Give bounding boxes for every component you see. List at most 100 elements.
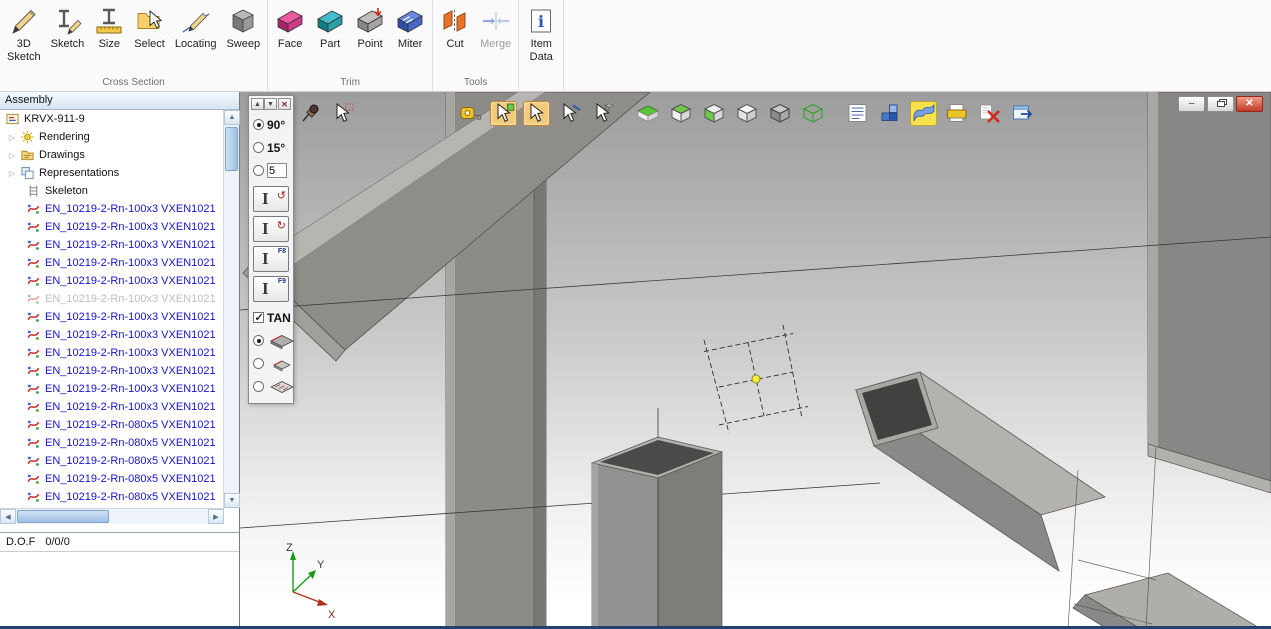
selection-point[interactable] (752, 375, 760, 383)
tangent-snap-option[interactable]: TAN (251, 306, 291, 329)
mirror-section-f9-button[interactable]: IF9 (253, 276, 289, 302)
3d-scene[interactable]: Z Y X (240, 92, 1271, 629)
vertical-scrollbar-thumb[interactable] (225, 127, 238, 171)
post-center[interactable] (592, 437, 722, 629)
angle-15-option[interactable]: 15° (251, 136, 291, 159)
tree-part-item[interactable]: EN_10219-2-Rn-080x5 VXEN1021 (0, 470, 224, 488)
tree-part-item[interactable]: EN_10219-2-Rn-100x3 VXEN1021 (0, 380, 224, 398)
wire-box-icon[interactable] (799, 101, 826, 126)
3d-viewport[interactable]: Z Y X – ✕ ▲ ▼ ✕ 90° 15° I↺ I↻ IF8 IF9 TAN (240, 92, 1271, 629)
column-right[interactable] (1148, 92, 1271, 493)
pick-part-cursor-icon[interactable] (589, 101, 616, 126)
dof-status: D.O.F 0/0/0 (0, 532, 239, 552)
ribbon-button-select[interactable]: Select (129, 1, 170, 74)
ribbon-button-size[interactable]: Size (89, 1, 129, 74)
sheets-icon[interactable] (943, 101, 970, 126)
measure-icon[interactable] (457, 101, 484, 126)
mirror-section-f8-button[interactable]: IF8 (253, 246, 289, 272)
close-button[interactable]: ✕ (1236, 96, 1263, 112)
beam-bottom-right[interactable] (1073, 573, 1271, 629)
tree-part-item[interactable]: EN_10219-2-Rn-100x3 VXEN1021 (0, 326, 224, 344)
tree-item-label: EN_10219-2-Rn-080x5 VXEN1021 (45, 437, 216, 449)
assembly-tree: KRVX-911-9▷Rendering▷Drawings▷Representa… (0, 110, 224, 508)
panel-down-button[interactable]: ▼ (264, 98, 277, 110)
horizontal-scrollbar-thumb[interactable] (17, 510, 109, 523)
select-box-top-icon[interactable] (667, 101, 694, 126)
rotate-section-cw-button[interactable]: I↻ (253, 216, 289, 242)
tree-part-item[interactable]: EN_10219-2-Rn-100x3 VXEN1021 (0, 218, 224, 236)
expand-arrow-icon[interactable]: ▷ (6, 133, 18, 142)
tree-part-item[interactable]: EN_10219-2-Rn-100x3 VXEN1021 (0, 362, 224, 380)
tree-part-item[interactable]: EN_10219-2-Rn-100x3 VXEN1021 (0, 308, 224, 326)
ribbon-button-3d-sketch[interactable]: 3D Sketch (2, 1, 46, 74)
components-icon[interactable] (877, 101, 904, 126)
ribbon-button-sweep[interactable]: Sweep (221, 1, 265, 74)
custom-angle-input[interactable] (267, 163, 287, 178)
section-display-thin[interactable] (251, 352, 291, 375)
ribbon-button-cut[interactable]: Cut (435, 1, 475, 74)
ribbon-button-face[interactable]: Face (270, 1, 310, 74)
tree-part-item[interactable]: EN_10219-2-Rn-100x3 VXEN1021 (0, 236, 224, 254)
tree-part-item[interactable]: EN_10219-2-Rn-080x5 VXEN1021 (0, 434, 224, 452)
ribbon-button-miter[interactable]: Miter (390, 1, 430, 74)
tree-item-representations[interactable]: ▷Representations (0, 164, 224, 182)
tree-part-item[interactable]: EN_10219-2-Rn-080x5 VXEN1021 (0, 416, 224, 434)
tree-item-krvx-911-9[interactable]: KRVX-911-9 (0, 110, 224, 128)
ribbon-button-point[interactable]: Point (350, 1, 390, 74)
scroll-right-icon[interactable]: ▶ (208, 509, 224, 524)
ribbon-button-sketch[interactable]: Sketch (46, 1, 90, 74)
panel-close-button[interactable]: ✕ (278, 98, 291, 110)
delete-icon[interactable] (976, 101, 1003, 126)
section-display-solid[interactable] (251, 329, 291, 352)
select-box-front-icon[interactable] (700, 101, 727, 126)
expand-arrow-icon[interactable]: ▷ (6, 169, 18, 178)
minimize-button[interactable]: – (1178, 96, 1205, 112)
ribbon-button-label: Part (320, 38, 340, 51)
pin-icon[interactable] (296, 101, 323, 126)
snap-grid-cursor-icon[interactable] (490, 101, 517, 126)
tree-part-item[interactable]: EN_10219-2-Rn-100x3 VXEN1021 (0, 254, 224, 272)
tree-part-item[interactable]: EN_10219-2-Rn-100x3 VXEN1021 (0, 344, 224, 362)
angle-90-label: 90° (267, 118, 285, 132)
rotate-section-ccw-button[interactable]: I↺ (253, 186, 289, 212)
expand-arrow-icon[interactable]: ▷ (6, 151, 18, 160)
open-in-window-icon[interactable] (1009, 101, 1036, 126)
solid-cube-icon[interactable] (766, 101, 793, 126)
tree-horizontal-scrollbar[interactable]: ◀ ▶ (0, 508, 224, 524)
restore-button[interactable] (1207, 96, 1234, 112)
scroll-down-icon[interactable]: ▼ (224, 493, 240, 508)
ribbon-button-item-data[interactable]: iItem Data (521, 1, 561, 74)
tree-part-item[interactable]: EN_10219-2-Rn-100x3 VXEN1021 (0, 290, 224, 308)
angle-custom-option[interactable] (251, 159, 291, 182)
panel-up-button[interactable]: ▲ (251, 98, 264, 110)
snap-edge-cursor-icon[interactable] (556, 101, 583, 126)
tree-item-skeleton[interactable]: Skeleton (0, 182, 224, 200)
tree-item-label: EN_10219-2-Rn-100x3 VXEN1021 (45, 293, 216, 305)
ribbon-button-locating[interactable]: Locating (170, 1, 222, 74)
tree-part-item[interactable]: EN_10219-2-Rn-080x5 VXEN1021 (0, 488, 224, 506)
scroll-up-icon[interactable]: ▲ (224, 110, 240, 125)
angle-90-option[interactable]: 90° (251, 113, 291, 136)
tree-item-rendering[interactable]: ▷Rendering (0, 128, 224, 146)
select-box-plain-icon[interactable] (733, 101, 760, 126)
tree-part-item[interactable]: EN_10219-2-Rn-100x3 VXEN1021 (0, 200, 224, 218)
ribbon-button-merge[interactable]: Merge (475, 1, 516, 74)
select-entities-icon[interactable] (329, 101, 356, 126)
select-faces-icon[interactable] (634, 101, 661, 126)
section-solid-icon (269, 333, 295, 349)
tree-item-label: EN_10219-2-Rn-100x3 VXEN1021 (45, 275, 216, 287)
tree-item-drawings[interactable]: ▷Drawings (0, 146, 224, 164)
tree-vertical-scrollbar[interactable]: ▲ ▼ (223, 110, 239, 508)
pick-cursor-icon[interactable] (523, 101, 550, 126)
tree-part-item[interactable]: EN_10219-2-Rn-080x5 VXEN1021 (0, 452, 224, 470)
beam-diagonal-lower[interactable] (856, 372, 1105, 571)
shaded-surface-icon[interactable] (910, 101, 937, 126)
tree-part-item[interactable]: EN_10219-2-Rn-100x3 VXEN1021 (0, 398, 224, 416)
ribbon-button-part[interactable]: Part (310, 1, 350, 74)
scroll-left-icon[interactable]: ◀ (0, 509, 16, 524)
section-flip-buttons: I↺ I↻ IF8 IF9 (251, 186, 291, 302)
section-display-hatched[interactable] (251, 375, 291, 398)
tree-part-item[interactable]: EN_10219-2-Rn-100x3 VXEN1021 (0, 272, 224, 290)
tree-item-label: EN_10219-2-Rn-100x3 VXEN1021 (45, 221, 216, 233)
part-list-icon[interactable] (844, 101, 871, 126)
